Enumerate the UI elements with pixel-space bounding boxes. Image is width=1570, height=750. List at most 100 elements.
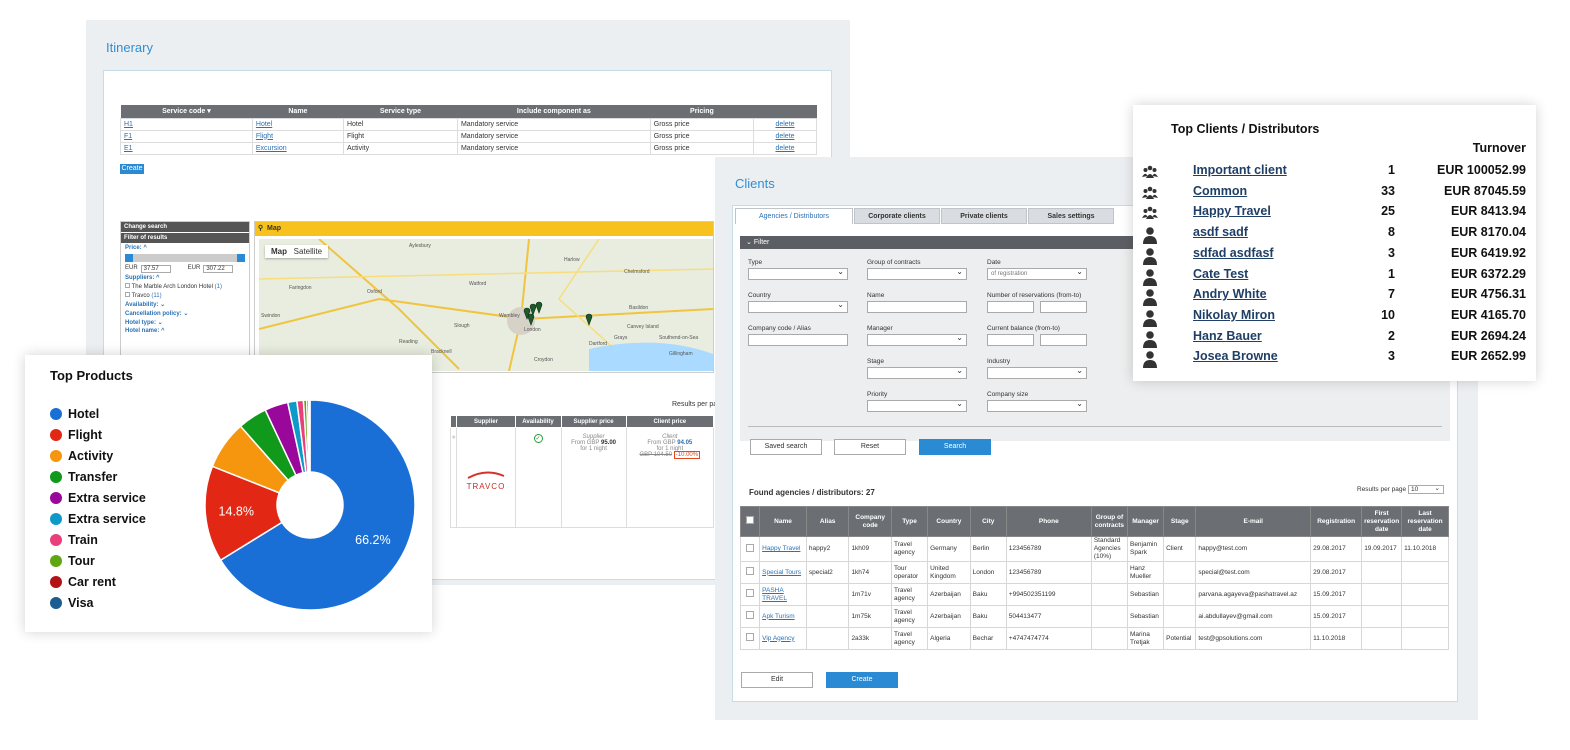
type-select[interactable] — [748, 267, 848, 280]
legend-item[interactable]: Transfer — [50, 466, 146, 487]
availability-filter[interactable]: Availability: ⌄ — [121, 300, 249, 309]
service-action[interactable]: delete — [775, 145, 794, 152]
balance-from-input[interactable] — [987, 334, 1034, 346]
results-per-page-value: 10 — [1410, 486, 1419, 493]
legend-item[interactable]: Train — [50, 529, 146, 550]
filter-results-bar[interactable]: Filter of results — [121, 233, 249, 243]
company-size-select[interactable] — [987, 399, 1087, 412]
clients-cell-name: Special Tours — [759, 561, 807, 584]
supplier-option-1[interactable]: The Marble Arch London Hotel (1) — [121, 282, 249, 291]
date-select[interactable]: of registration — [987, 267, 1087, 280]
top-client-name[interactable]: asdf sadf — [1193, 225, 1248, 239]
client-name[interactable]: Vip Agency — [762, 635, 794, 642]
industry-label: Industry — [987, 358, 1011, 365]
tab-sales-settings[interactable]: Sales settings — [1028, 208, 1114, 224]
supplier-price-cell: Supplier From GBP 95.00 for 1 night — [560, 427, 627, 528]
client-city: Berlin — [972, 545, 990, 552]
price-max-input[interactable]: 307.22 — [203, 265, 234, 273]
row-checkbox[interactable] — [746, 543, 755, 552]
edit-button[interactable]: Edit — [741, 672, 813, 688]
service-action[interactable]: delete — [775, 133, 794, 140]
clients-cell-first — [1361, 627, 1403, 650]
clients-header: City — [969, 506, 1007, 537]
top-client-name[interactable]: sdfad asdfasf — [1193, 246, 1274, 260]
tab-corporate[interactable]: Corporate clients — [854, 208, 940, 224]
num-res-to-input[interactable] — [1040, 301, 1087, 313]
service-code[interactable]: F1 — [124, 133, 132, 140]
service-name[interactable]: Hotel — [256, 121, 272, 128]
supplier-option-2[interactable]: Travco (11) — [121, 291, 249, 300]
balance-to-input[interactable] — [1040, 334, 1087, 346]
top-client-turnover: EUR 8413.94 — [1450, 204, 1526, 219]
client-email: test@gpsolutions.com — [1198, 634, 1263, 642]
service-code[interactable]: E1 — [124, 145, 133, 152]
industry-select[interactable] — [987, 366, 1087, 379]
services-header[interactable]: Service code ▾ — [120, 105, 253, 118]
price-filter-label[interactable]: Price: ^ — [121, 244, 249, 252]
legend-item[interactable]: Hotel — [50, 403, 146, 424]
top-client-name[interactable]: Andry White — [1193, 287, 1267, 301]
select-all-checkbox[interactable] — [746, 516, 755, 524]
clients-cell-first: 19.09.2017 — [1361, 536, 1403, 562]
row-checkbox[interactable] — [746, 589, 755, 597]
name-input[interactable] — [867, 301, 967, 313]
tab-agencies[interactable]: Agencies / Distributors — [735, 208, 853, 224]
top-client-name[interactable]: Common — [1193, 184, 1247, 198]
manager-select[interactable] — [867, 333, 967, 346]
services-header: Pricing — [650, 105, 754, 118]
legend-item[interactable]: Extra service — [50, 508, 146, 529]
top-client-name[interactable]: Happy Travel — [1193, 204, 1271, 218]
results-per-page-select[interactable]: 10 ⌄ — [1407, 485, 1444, 494]
priority-select[interactable] — [867, 399, 967, 412]
top-client-name[interactable]: Cate Test — [1193, 267, 1248, 281]
clients-cell-phone: 123456789 — [1005, 561, 1092, 584]
reset-button[interactable]: Reset — [834, 439, 906, 455]
legend-item[interactable]: Activity — [50, 445, 146, 466]
service-code[interactable]: H1 — [124, 121, 133, 128]
client-reg: 15.09.2017 — [1313, 590, 1346, 598]
service-name[interactable]: Flight — [256, 133, 273, 140]
stage-select[interactable] — [867, 366, 967, 379]
top-client-name[interactable]: Nikolay Miron — [1193, 308, 1275, 322]
company-code-input[interactable] — [748, 334, 848, 346]
top-client-name[interactable]: Josea Browne — [1193, 349, 1278, 363]
client-type: Tour operator — [893, 564, 919, 580]
top-client-name[interactable]: Important client — [1193, 163, 1287, 177]
donut-slice-visa[interactable] — [307, 399, 311, 473]
saved-search-button[interactable]: Saved search — [750, 439, 822, 455]
clients-cell-email: happy@test.com — [1195, 536, 1312, 562]
row-checkbox[interactable] — [746, 633, 755, 641]
create-button[interactable]: Create — [826, 672, 898, 688]
map-view[interactable]: Map Satellite Aylesbury Harlow Chelmsford O… — [259, 239, 713, 371]
client-name[interactable]: PASHA TRAVEL — [762, 587, 787, 602]
hotel-type-filter[interactable]: Hotel type: ⌄ — [121, 318, 249, 327]
search-button[interactable]: Search — [919, 439, 991, 455]
service-action[interactable]: delete — [775, 121, 794, 128]
top-client-row: Common 33 EUR 87045.59 — [1133, 184, 1536, 205]
price-min-input[interactable]: 37.57 — [140, 265, 171, 273]
top-client-row: Hanz Bauer 2 EUR 2694.24 — [1133, 329, 1536, 350]
tab-private[interactable]: Private clients — [941, 208, 1027, 224]
price-range-slider[interactable] — [125, 254, 245, 262]
group-select[interactable] — [867, 267, 967, 280]
top-client-name[interactable]: Hanz Bauer — [1193, 329, 1262, 343]
hotel-name-filter[interactable]: Hotel name: ^ — [121, 327, 249, 335]
service-name[interactable]: Excursion — [256, 145, 287, 152]
suppliers-filter-label[interactable]: Suppliers: ^ — [121, 274, 249, 282]
country-select[interactable] — [748, 300, 848, 313]
client-name[interactable]: Happy Travel — [762, 545, 800, 552]
cancellation-filter[interactable]: Cancellation policy: ⌄ — [121, 309, 249, 318]
legend-item[interactable]: Flight — [50, 424, 146, 445]
legend-item[interactable]: Car rent — [50, 571, 146, 592]
client-name[interactable]: Apk Turism — [762, 613, 795, 620]
client-name[interactable]: Special Tours — [762, 569, 801, 576]
legend-item[interactable]: Tour — [50, 550, 146, 571]
legend-swatch — [50, 533, 62, 546]
row-checkbox[interactable] — [746, 611, 755, 619]
legend-item[interactable]: Visa — [50, 592, 146, 613]
row-checkbox[interactable] — [746, 567, 755, 575]
itinerary-create-button[interactable]: Create — [120, 164, 144, 174]
legend-item[interactable]: Extra service — [50, 487, 146, 508]
change-search-bar[interactable]: Change search — [121, 222, 249, 232]
num-res-from-input[interactable] — [987, 301, 1034, 313]
